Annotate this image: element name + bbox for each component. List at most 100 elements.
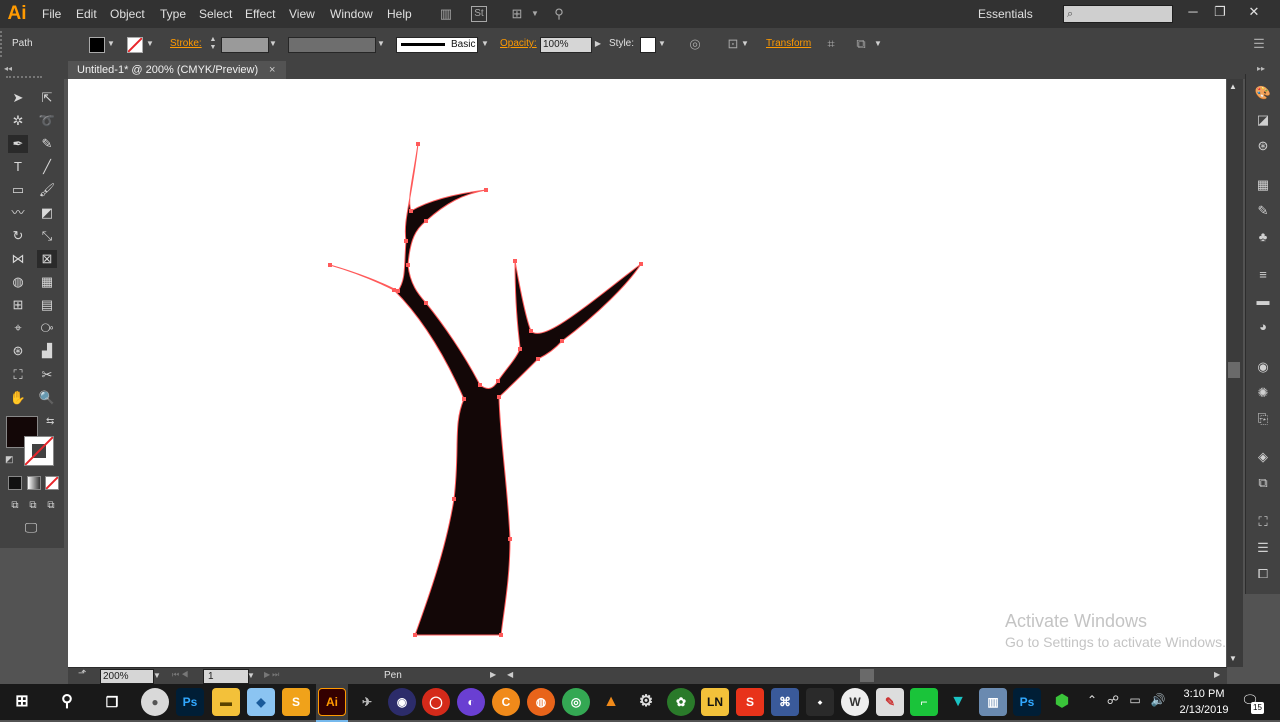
anchor-point[interactable] — [409, 209, 413, 213]
app-icon-10[interactable]: ⌐ — [910, 688, 938, 716]
chevron-down-icon[interactable]: ▼ — [268, 37, 278, 51]
menu-edit[interactable]: Edit — [76, 0, 97, 28]
opera-icon[interactable]: ◯ — [422, 688, 450, 716]
vlc-icon[interactable]: ▲ — [597, 688, 625, 716]
arrange-icon[interactable]: ⧉ — [852, 35, 870, 53]
swatches-icon[interactable]: ▦ — [1252, 176, 1274, 194]
appearance-icon[interactable]: ◉ — [1252, 358, 1274, 376]
anchor-point[interactable] — [508, 537, 512, 541]
lasso-tool-icon[interactable]: ➰ — [37, 112, 57, 130]
scroll-up-icon[interactable]: ▲ — [1229, 82, 1237, 91]
menu-view[interactable]: View — [289, 0, 315, 28]
document-tab[interactable]: Untitled-1* @ 200% (CMYK/Preview) × — [68, 61, 286, 79]
cc-libraries-icon[interactable]: ⊛ — [1252, 137, 1274, 155]
anchor-point[interactable] — [424, 301, 428, 305]
align-panel-icon[interactable]: ☰ — [1252, 539, 1274, 557]
symbol-sprayer-tool-icon[interactable]: ⊛ — [8, 342, 28, 360]
brush-definition[interactable]: Basic — [396, 37, 478, 53]
none-mode-icon[interactable] — [45, 476, 59, 490]
opacity-field[interactable]: 100% — [540, 37, 592, 53]
search-input[interactable]: ⌕ — [1063, 5, 1173, 23]
taskbar-clock[interactable]: 3:10 PM 2/13/2019 — [1172, 686, 1236, 718]
color-guide-icon[interactable]: ◪ — [1252, 111, 1274, 129]
anchor-point[interactable] — [639, 262, 643, 266]
chevron-down-icon[interactable]: ▼ — [526, 5, 544, 23]
arrange-documents-icon[interactable]: ⊞ — [508, 5, 526, 23]
control-bar-grip[interactable] — [0, 31, 5, 57]
draw-behind-icon[interactable]: ⧉ — [23, 497, 43, 515]
workspace-switcher[interactable]: Essentials ▼ — [978, 6, 1042, 36]
gradient-mode-icon[interactable] — [27, 476, 41, 490]
tree-path[interactable] — [68, 79, 1226, 667]
artboard-canvas[interactable] — [68, 79, 1226, 667]
stroke-weight-field[interactable] — [221, 37, 269, 53]
anchor-point[interactable] — [416, 142, 420, 146]
search-icon[interactable]: ⚲ — [53, 688, 81, 716]
vertical-scroll-thumb[interactable] — [1228, 362, 1240, 378]
type-tool-icon[interactable]: T — [8, 158, 28, 176]
firefox-icon[interactable]: ◍ — [527, 688, 555, 716]
horizontal-scroll-thumb[interactable] — [860, 669, 874, 682]
gradient-tool-icon[interactable]: ▤ — [37, 296, 57, 314]
eraser-tool-icon[interactable]: ◩ — [37, 204, 57, 222]
panel-menu-icon[interactable]: ☰ — [1250, 35, 1268, 53]
draw-normal-icon[interactable]: ⧉ — [5, 497, 25, 515]
default-colors-icon[interactable]: ◩ — [5, 454, 14, 465]
anchor-point[interactable] — [496, 379, 500, 383]
anchor-point[interactable] — [424, 219, 428, 223]
mesh-tool-icon[interactable]: ⊞ — [8, 296, 28, 314]
stroke-label[interactable]: Stroke: — [170, 37, 202, 51]
close-button[interactable]: ✕ — [1243, 2, 1265, 22]
battery-icon[interactable]: ▭ — [1125, 693, 1145, 707]
artboards-icon[interactable]: ⧉ — [1252, 474, 1274, 492]
perspective-grid-tool-icon[interactable]: ▦ — [37, 273, 57, 291]
status-menu-icon[interactable]: ▶ — [490, 670, 496, 679]
paintbrush-tool-icon[interactable]: 🖌 — [37, 181, 57, 199]
free-transform-tool-icon[interactable]: ⊠ — [37, 250, 57, 268]
menu-object[interactable]: Object — [110, 0, 145, 28]
hand-tool-icon[interactable]: ✋ — [8, 389, 28, 407]
anchor-point[interactable] — [536, 357, 540, 361]
pathfinder-icon[interactable]: ⧠ — [1252, 565, 1274, 583]
app-icon-9[interactable]: ✎ — [876, 688, 904, 716]
illustrator-icon[interactable]: Ai — [318, 688, 346, 716]
asset-export-icon[interactable]: ⎘ — [1252, 410, 1274, 428]
anchor-point[interactable] — [462, 397, 466, 401]
tray-chevron-icon[interactable]: ⌃ — [1082, 693, 1102, 707]
anchor-point[interactable] — [513, 259, 517, 263]
restore-button[interactable]: ❐ — [1209, 2, 1231, 22]
anchor-point[interactable] — [328, 263, 332, 267]
color-mode-icon[interactable] — [8, 476, 22, 490]
stroke-panel-icon[interactable]: ≡ — [1252, 266, 1274, 284]
settings-gear-icon[interactable]: ⚙ — [632, 688, 660, 716]
menu-file[interactable]: File — [42, 0, 61, 28]
anchor-point[interactable] — [404, 239, 408, 243]
volume-icon[interactable]: 🔊 — [1148, 693, 1168, 707]
curvature-tool-icon[interactable]: ✎ — [37, 135, 57, 153]
menu-select[interactable]: Select — [199, 0, 232, 28]
anchor-point[interactable] — [497, 395, 501, 399]
expand-panel-icon[interactable]: ▸▸ — [1257, 64, 1265, 73]
blend-tool-icon[interactable]: ⧂ — [37, 319, 57, 337]
scroll-left-icon[interactable]: ◀ — [507, 670, 513, 679]
stroke-color-box[interactable] — [24, 436, 54, 466]
app-icon-12[interactable]: ▥ — [979, 688, 1007, 716]
app-icon-11[interactable]: ▼ — [944, 688, 972, 716]
anchor-point[interactable] — [560, 339, 564, 343]
file-explorer-icon[interactable]: ▬ — [212, 688, 240, 716]
menu-window[interactable]: Window — [330, 0, 373, 28]
anchor-point[interactable] — [452, 497, 456, 501]
app-icon-8[interactable]: ⬩ — [806, 688, 834, 716]
zoom-tool-icon[interactable]: 🔍 — [37, 389, 57, 407]
app-icon-13[interactable]: ⬢ — [1048, 688, 1076, 716]
artboard-nav-next-icon[interactable]: ▶⏭ — [264, 670, 281, 680]
chevron-right-icon[interactable]: ▶ — [593, 37, 603, 51]
brushes-icon[interactable]: ✎ — [1252, 202, 1274, 220]
isolate-selected-icon[interactable]: ⌗ — [822, 35, 840, 53]
sublime-icon[interactable]: S — [282, 688, 310, 716]
anchor-point[interactable] — [518, 347, 522, 351]
color-panel-icon[interactable]: 🎨 — [1252, 84, 1274, 102]
graphic-style-swatch[interactable] — [640, 37, 656, 53]
chevron-down-icon[interactable]: ▼ — [152, 669, 162, 683]
chevron-down-icon[interactable]: ▼ — [657, 37, 667, 51]
